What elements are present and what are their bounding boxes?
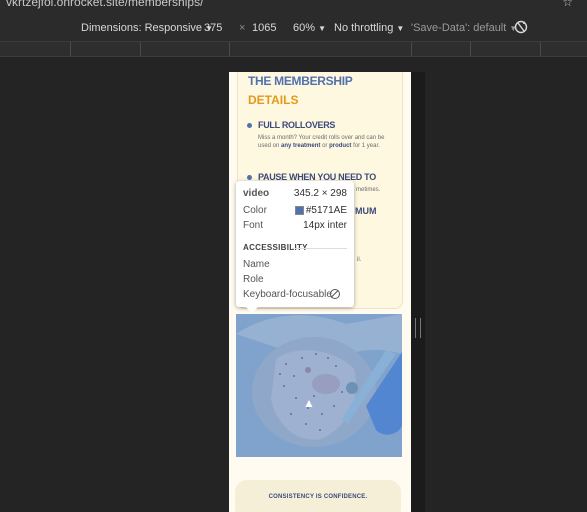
name-label: Name	[243, 259, 270, 270]
color-value-wrap: #5171AE	[294, 205, 347, 216]
divider	[292, 248, 347, 249]
element-tag: video	[243, 188, 270, 199]
inspect-highlight-overlay	[236, 314, 402, 457]
consistency-card: CONSISTENCY IS CONFIDENCE.	[235, 480, 401, 512]
item-description: Miss a month? Your credit rolls over and…	[258, 134, 396, 150]
desc-text: for 1 year.	[353, 143, 380, 149]
ruler-tick	[540, 42, 541, 56]
resize-gutter	[411, 72, 425, 512]
save-data-label: 'Save-Data': default	[411, 22, 507, 34]
partial-title: MUM	[355, 206, 377, 216]
dimensions-label: Dimensions: Responsive	[81, 22, 203, 34]
consistency-text: CONSISTENCY IS CONFIDENCE.	[268, 494, 368, 500]
tooltip-name-row: Name	[243, 259, 347, 272]
role-label: Role	[243, 274, 264, 285]
keyboard-label: Keyboard-focusable	[243, 289, 332, 300]
ruler-tick	[70, 42, 71, 56]
desc-text: or	[322, 143, 328, 149]
item-title: FULL ROLLOVERS	[258, 120, 336, 130]
zoom-dropdown[interactable]: 60% ▼	[293, 22, 326, 34]
mouse-pointer-icon: ▲	[303, 396, 315, 410]
tooltip-header-row: video 345.2 × 298	[243, 188, 347, 201]
width-input[interactable]: 375	[204, 22, 222, 34]
ruler-tick	[140, 42, 141, 56]
tooltip-role-row: Role	[243, 274, 347, 287]
media-query-ruler[interactable]	[0, 42, 587, 57]
chevron-down-icon: ▼	[318, 24, 327, 33]
ruler-tick	[229, 42, 230, 56]
inspect-tooltip: video 345.2 × 298 Color #5171AE Font 14p…	[236, 181, 354, 313]
zoom-label: 60%	[293, 22, 316, 34]
resize-handle[interactable]	[415, 318, 421, 338]
color-label: Color	[243, 205, 267, 216]
not-focusable-icon	[330, 289, 340, 300]
heading-line-2: DETAILS	[248, 93, 299, 107]
times-symbol: ×	[239, 22, 246, 34]
color-value: #5171AE	[305, 205, 347, 216]
video-element[interactable]: ▲	[236, 314, 402, 457]
chevron-down-icon: ▼	[396, 24, 405, 33]
tooltip-color-row: Color #5171AE	[243, 205, 347, 218]
url-text[interactable]: vkrtzejfol.onrocket.site/memberships/	[6, 0, 203, 9]
color-swatch-icon	[294, 205, 304, 215]
throttling-label: No throttling	[334, 22, 394, 34]
height-input[interactable]: 1065	[252, 22, 276, 34]
element-size: 345.2 × 298	[293, 188, 347, 199]
font-value: 14px inter	[303, 220, 347, 231]
desc-bold: product	[329, 143, 352, 149]
save-data-dropdown[interactable]: 'Save-Data': default ▼	[411, 22, 517, 34]
tooltip-font-row: Font 14px inter	[243, 220, 347, 233]
partial-text: il.	[357, 257, 362, 263]
bullet-dot	[247, 123, 252, 128]
font-label: Font	[243, 220, 264, 231]
heading-line-1: THE MEMBERSHIP	[248, 74, 353, 88]
ruler-tick	[470, 42, 471, 56]
address-bar[interactable]: vkrtzejfol.onrocket.site/memberships/ ☆	[0, 0, 587, 14]
rotate-icon[interactable]	[513, 19, 529, 38]
dimensions-dropdown[interactable]: Dimensions: Responsive ▼	[81, 22, 213, 34]
tooltip-keyboard-row: Keyboard-focusable	[243, 289, 347, 302]
star-icon[interactable]: ☆	[562, 0, 573, 9]
ruler-tick	[411, 42, 412, 56]
device-toolbar: Dimensions: Responsive ▼ 375 × 1065 60% …	[0, 14, 587, 42]
bullet-dot	[247, 175, 252, 180]
partial-text: metimes.	[356, 187, 381, 193]
throttling-dropdown[interactable]: No throttling ▼	[334, 22, 404, 34]
desc-bold: any treatment	[281, 143, 321, 149]
